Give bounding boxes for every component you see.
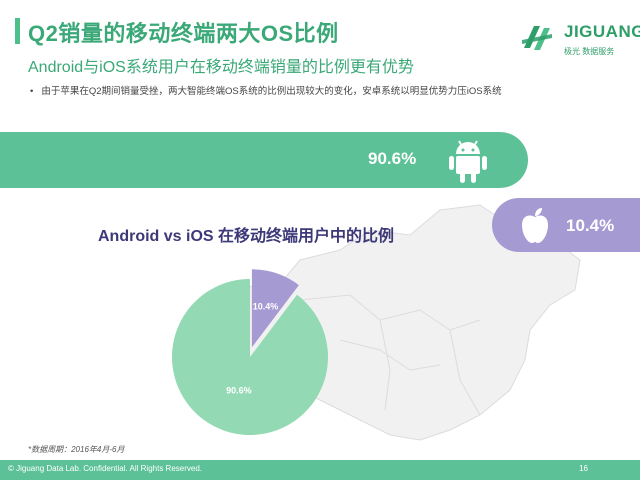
jiguang-logo-icon	[522, 26, 552, 50]
bullet-dot-icon: •	[30, 86, 34, 97]
ios-share-value: 10.4%	[566, 216, 615, 235]
copyright-text: © Jiguang Data Lab. Confidential. All Ri…	[8, 464, 203, 473]
title-accent-bar	[15, 18, 20, 44]
bullet-point: • 由于苹果在Q2期间销量受挫，两大智能终端OS系统的比例出现较大的变化，安卓系统…	[30, 83, 502, 97]
pie-chart: 10.4% 90.6%	[172, 269, 328, 435]
android-icon	[449, 140, 487, 183]
page-subtitle: Android与iOS系统用户在移动终端销量的比例更有优势	[28, 59, 414, 76]
footer-bar: © Jiguang Data Lab. Confidential. All Ri…	[0, 460, 640, 480]
bullet-text: 由于苹果在Q2期间销量受挫，两大智能终端OS系统的比例出现较大的变化，安卓系统以…	[41, 86, 502, 97]
pie-slice-android	[172, 279, 328, 435]
android-share-value: 90.6%	[368, 149, 417, 168]
data-period-note: *数据周期：2016年4月-6月	[28, 445, 125, 454]
pie-label-ios: 10.4%	[253, 302, 279, 312]
page-title: Q2销量的移动终端两大OS比例	[28, 21, 339, 46]
logo-wordmark: JIGUANG	[564, 22, 640, 41]
chart-title: Android vs iOS 在移动终端用户中的比例	[98, 228, 395, 245]
logo-tagline: 极光 数据服务	[564, 47, 615, 56]
pie-label-android: 90.6%	[226, 385, 252, 395]
page-number: 16	[579, 464, 588, 473]
apple-icon	[522, 208, 548, 243]
jiguang-logo: JIGUANG 极光 数据服务	[516, 18, 640, 62]
